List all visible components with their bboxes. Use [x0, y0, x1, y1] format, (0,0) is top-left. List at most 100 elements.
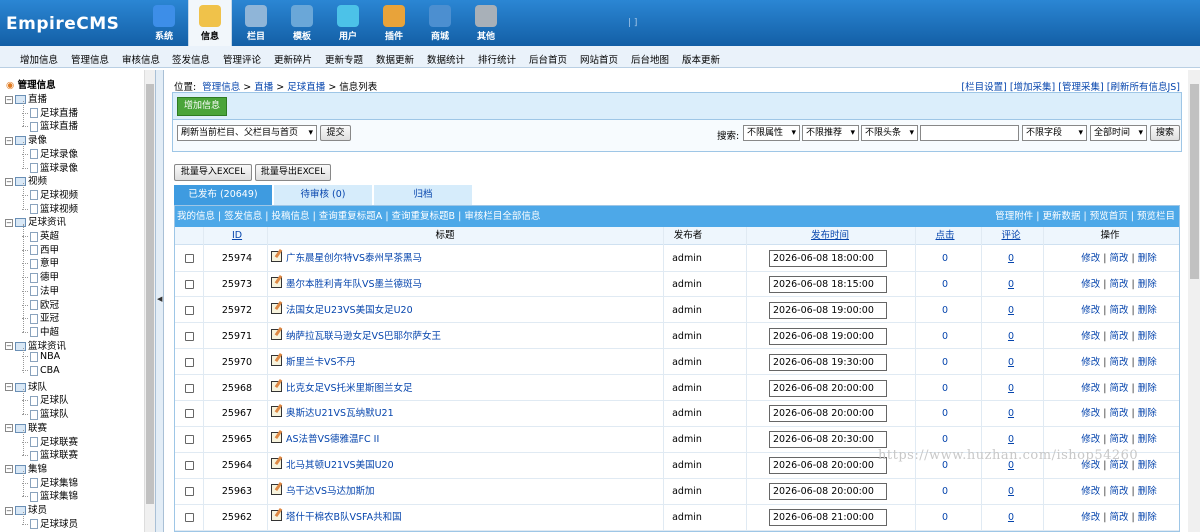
tree-scrollbar-thumb[interactable] [146, 84, 154, 504]
tab-2[interactable]: 归档 [374, 185, 472, 205]
row-time-input[interactable]: 2026-06-08 20:00:00 [769, 379, 887, 397]
tree-item[interactable]: 篮球录像 [22, 160, 78, 174]
edit-link[interactable]: 修改 [1081, 383, 1100, 394]
row-checkbox[interactable] [185, 254, 194, 263]
column-comments[interactable]: 评论 [991, 227, 1031, 245]
row-title[interactable]: 法国女足U23VS美国女足U20 [286, 305, 413, 316]
quick-edit-link[interactable]: 简改 [1109, 253, 1128, 264]
collapse-box-icon[interactable]: − [5, 465, 13, 474]
table-link-right-2[interactable]: 预览首页 [1090, 211, 1128, 222]
collapse-box-icon[interactable]: − [5, 424, 13, 433]
tree-item[interactable]: 篮球直播 [22, 118, 78, 132]
tree-item[interactable]: 欧冠 [22, 297, 59, 311]
submit-button[interactable]: 提交 [320, 125, 351, 141]
row-checkbox[interactable] [185, 357, 194, 367]
attribute-filter[interactable]: 不限属性 [743, 125, 800, 141]
delete-link[interactable]: 删除 [1138, 253, 1157, 264]
tree-group[interactable]: − 视频 [5, 173, 47, 187]
row-checkbox[interactable] [185, 409, 194, 419]
menu-item-5[interactable]: 更新碎片 [274, 52, 312, 66]
collapse-box-icon[interactable]: − [5, 218, 13, 227]
tab-1[interactable]: 待审核 (0) [274, 185, 372, 205]
delete-link[interactable]: 删除 [1138, 486, 1157, 497]
edit-title-icon[interactable] [271, 484, 282, 496]
row-checkbox[interactable] [185, 279, 194, 289]
row-checkbox[interactable] [185, 331, 194, 341]
delete-link[interactable]: 删除 [1138, 331, 1157, 342]
table-link-left-3[interactable]: 查询重复标题A [319, 211, 383, 222]
table-link-left-5[interactable]: 审核栏目全部信息 [464, 211, 540, 222]
column-clicks[interactable]: 点击 [925, 227, 965, 245]
topnav-globe[interactable]: 系统 [142, 0, 186, 46]
edit-link[interactable]: 修改 [1081, 512, 1100, 523]
tree-item[interactable]: 篮球集锦 [22, 488, 78, 502]
edit-title-icon[interactable] [271, 380, 282, 392]
row-time-input[interactable]: 2026-06-08 19:00:00 [769, 327, 887, 345]
row-comments[interactable]: 0 [1001, 350, 1021, 375]
edit-link[interactable]: 修改 [1081, 486, 1100, 497]
edit-title-icon[interactable] [271, 328, 282, 340]
table-link-right-3[interactable]: 预览栏目 [1137, 211, 1175, 222]
row-time-input[interactable]: 2026-06-08 21:00:00 [769, 509, 887, 526]
row-title[interactable]: 斯里兰卡VS不丹 [286, 357, 356, 368]
tree-item[interactable]: 足球球员 [22, 516, 78, 530]
time-select[interactable]: 全部时间 [1090, 125, 1147, 141]
menu-item-12[interactable]: 后台地图 [631, 52, 669, 66]
tree-item[interactable]: CBA [22, 365, 60, 376]
collapse-arrow-icon[interactable]: ◀ [157, 295, 162, 303]
edit-link[interactable]: 修改 [1081, 279, 1100, 290]
row-checkbox[interactable] [185, 383, 194, 393]
tree-item[interactable]: 足球联赛 [22, 434, 78, 448]
delete-link[interactable]: 删除 [1138, 305, 1157, 316]
collapse-box-icon[interactable]: − [5, 383, 13, 392]
collapse-box-icon[interactable]: − [5, 177, 13, 186]
quick-edit-link[interactable]: 简改 [1109, 305, 1128, 316]
table-link-left-0[interactable]: 我的信息 [177, 211, 215, 222]
menu-item-9[interactable]: 排行统计 [478, 52, 516, 66]
table-link-right-1[interactable]: 更新数据 [1042, 211, 1080, 222]
row-time-input[interactable]: 2026-06-08 19:00:00 [769, 301, 887, 319]
quick-edit-link[interactable]: 简改 [1109, 383, 1128, 394]
tree-item[interactable]: 意甲 [22, 255, 59, 269]
tree-item[interactable]: 足球集锦 [22, 475, 78, 489]
edit-title-icon[interactable] [271, 510, 282, 521]
collapse-box-icon[interactable]: − [5, 506, 13, 515]
row-comments[interactable]: 0 [1001, 479, 1021, 504]
row-time-input[interactable]: 2026-06-08 18:15:00 [769, 275, 887, 293]
row-clicks[interactable]: 0 [935, 401, 955, 426]
menu-item-11[interactable]: 网站首页 [580, 52, 618, 66]
menu-item-6[interactable]: 更新专题 [325, 52, 363, 66]
table-link-right-0[interactable]: 管理附件 [995, 211, 1033, 222]
tree-item[interactable]: 西甲 [22, 242, 59, 256]
row-comments[interactable]: 0 [1001, 505, 1021, 530]
delete-link[interactable]: 删除 [1138, 434, 1157, 445]
tree-group[interactable]: − 集锦 [5, 461, 47, 475]
row-clicks[interactable]: 0 [935, 246, 955, 271]
tree-item[interactable]: 足球录像 [22, 146, 78, 160]
row-time-input[interactable]: 2026-06-08 18:00:00 [769, 250, 887, 267]
edit-link[interactable]: 修改 [1081, 357, 1100, 368]
row-time-input[interactable]: 2026-06-08 20:00:00 [769, 457, 887, 475]
quick-edit-link[interactable]: 简改 [1109, 434, 1128, 445]
topnav-template[interactable]: 模板 [280, 0, 324, 46]
row-time-input[interactable]: 2026-06-08 20:30:00 [769, 431, 887, 449]
tree-group[interactable]: − 篮球资讯 [5, 338, 66, 352]
tree-item[interactable]: 篮球视频 [22, 201, 78, 215]
topnav-tools[interactable]: 插件 [372, 0, 416, 46]
tree-item[interactable]: 足球视频 [22, 187, 78, 201]
delete-link[interactable]: 删除 [1138, 408, 1157, 419]
row-title[interactable]: 纳萨拉瓦联马逊女足VS巴耶尔萨女王 [286, 331, 441, 342]
tree-item[interactable]: 足球直播 [22, 105, 78, 119]
menu-item-7[interactable]: 数据更新 [376, 52, 414, 66]
topnav-gear[interactable]: 其他 [464, 0, 508, 46]
collapse-box-icon[interactable]: − [5, 136, 13, 145]
import-excel-button[interactable]: 批量导入EXCEL [174, 164, 252, 181]
tree-group[interactable]: − 球队 [5, 379, 47, 393]
edit-title-icon[interactable] [271, 302, 282, 314]
edit-link[interactable]: 修改 [1081, 331, 1100, 342]
search-input[interactable] [920, 125, 1019, 141]
row-title[interactable]: AS法普VS德雅温FC II [286, 434, 379, 445]
menu-item-3[interactable]: 签发信息 [172, 52, 210, 66]
column-id[interactable]: ID [223, 227, 251, 245]
row-title[interactable]: 乌干达VS马达加斯加 [286, 486, 375, 497]
